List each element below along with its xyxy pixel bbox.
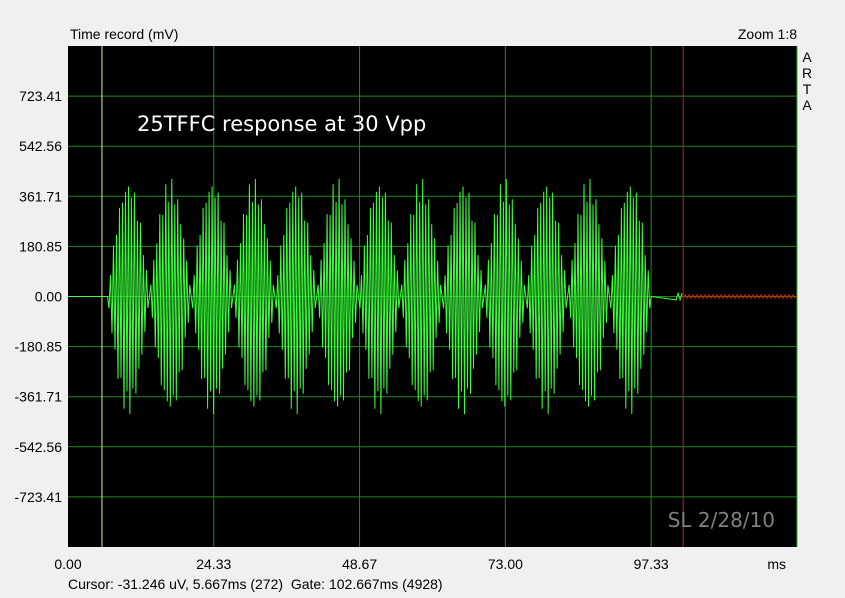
brand-letter: R — [802, 65, 812, 81]
x-tick-label: 24.33 — [196, 556, 231, 572]
chart-title: Time record (mV) — [70, 26, 178, 42]
brand-letter: A — [802, 97, 812, 113]
y-tick-label: 180.85 — [19, 238, 62, 254]
y-tick-label: -361.71 — [15, 389, 63, 405]
x-tick-label: 0.00 — [54, 556, 81, 572]
y-tick-label: -542.56 — [15, 439, 63, 455]
brand-letter: A — [802, 49, 812, 65]
chart-annotation: 25TFFC response at 30 Vpp — [137, 112, 426, 136]
x-axis-tick-labels: 0.00 24.33 48.67 73.00 97.33 — [54, 556, 669, 572]
brand-letter: T — [803, 81, 812, 97]
zoom-indicator[interactable]: Zoom 1:8 — [738, 26, 797, 42]
y-tick-label: 361.71 — [19, 188, 62, 204]
arta-brand-letters: A R T A — [802, 49, 812, 113]
y-tick-label: -723.41 — [15, 489, 63, 505]
x-tick-label: 73.00 — [488, 556, 523, 572]
x-axis-unit: ms — [767, 556, 786, 572]
y-axis-tick-labels: 723.41 542.56 361.71 180.85 0.00 -180.85 -361.… — [15, 88, 63, 505]
author-watermark: SL 2/28/10 — [668, 508, 775, 532]
arta-time-record-window: Time record (mV) Zoom 1:8 A R T A 723.41… — [15, 26, 813, 572]
y-tick-label: 0.00 — [35, 289, 62, 305]
cursor-readout: Cursor: -31.246 uV, 5.667ms (272) — [68, 576, 284, 592]
y-tick-label: 723.41 — [19, 88, 62, 104]
gate-readout: Gate: 102.667ms (4928) — [290, 576, 443, 592]
x-tick-label: 48.67 — [342, 556, 377, 572]
status-bar: Cursor: -31.246 uV, 5.667ms (272) Gate: … — [68, 576, 443, 592]
y-tick-label: -180.85 — [15, 339, 63, 355]
y-tick-label: 542.56 — [19, 138, 62, 154]
x-tick-label: 97.33 — [634, 556, 669, 572]
